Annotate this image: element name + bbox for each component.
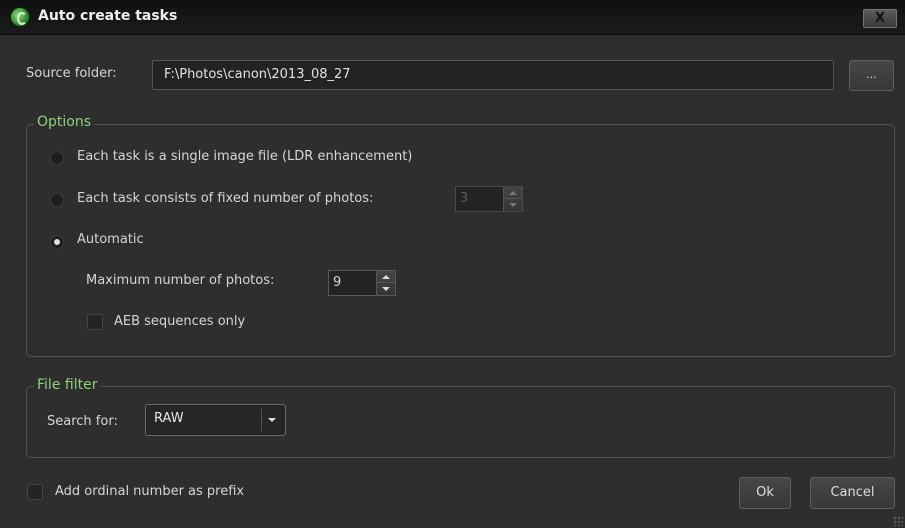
options-group-title: Options [34,114,95,130]
radio-fixed-number[interactable] [50,193,64,207]
spin-up-icon [509,191,517,195]
spin-down-icon [382,287,390,291]
fixed-count-stepper[interactable]: 3 [455,186,523,212]
source-folder-input[interactable]: F:\Photos\canon\2013_08_27 [152,60,834,90]
max-photos-stepper[interactable]: 9 [328,270,396,296]
cancel-button[interactable]: Cancel [810,477,895,509]
search-for-value: RAW [154,411,184,426]
fixed-count-arrows[interactable] [503,187,522,211]
spin-up-icon [382,275,390,279]
source-folder-label: Source folder: [26,66,117,81]
window-title: Auto create tasks [38,8,178,24]
max-photos-label: Maximum number of photos: [86,273,275,288]
close-button[interactable]: X [863,9,897,28]
radio-single-image[interactable] [50,151,64,165]
ordinal-prefix-label: Add ordinal number as prefix [55,484,245,499]
browse-button[interactable]: ... [849,60,894,91]
radio-single-image-label: Each task is a single image file (LDR en… [77,149,413,164]
aeb-only-checkbox[interactable] [87,314,103,330]
fixed-count-value: 3 [460,191,469,206]
aeb-only-label: AEB sequences only [114,314,246,329]
radio-automatic-label: Automatic [77,232,144,247]
ordinal-prefix-checkbox[interactable] [27,484,43,500]
chevron-down-icon [268,418,276,422]
search-for-select[interactable]: RAW [145,404,286,436]
resize-grip-icon[interactable] [893,516,903,526]
search-for-label: Search for: [47,414,118,429]
spin-down-icon [509,203,517,207]
radio-automatic[interactable] [50,235,64,249]
app-logo-icon [11,8,29,26]
max-photos-value: 9 [333,275,342,290]
radio-fixed-number-label: Each task consists of fixed number of ph… [77,191,374,206]
ok-button[interactable]: Ok [739,477,791,509]
max-photos-arrows[interactable] [376,271,395,295]
title-bar: Auto create tasks X [0,0,905,35]
file-filter-group-title: File filter [34,377,101,393]
